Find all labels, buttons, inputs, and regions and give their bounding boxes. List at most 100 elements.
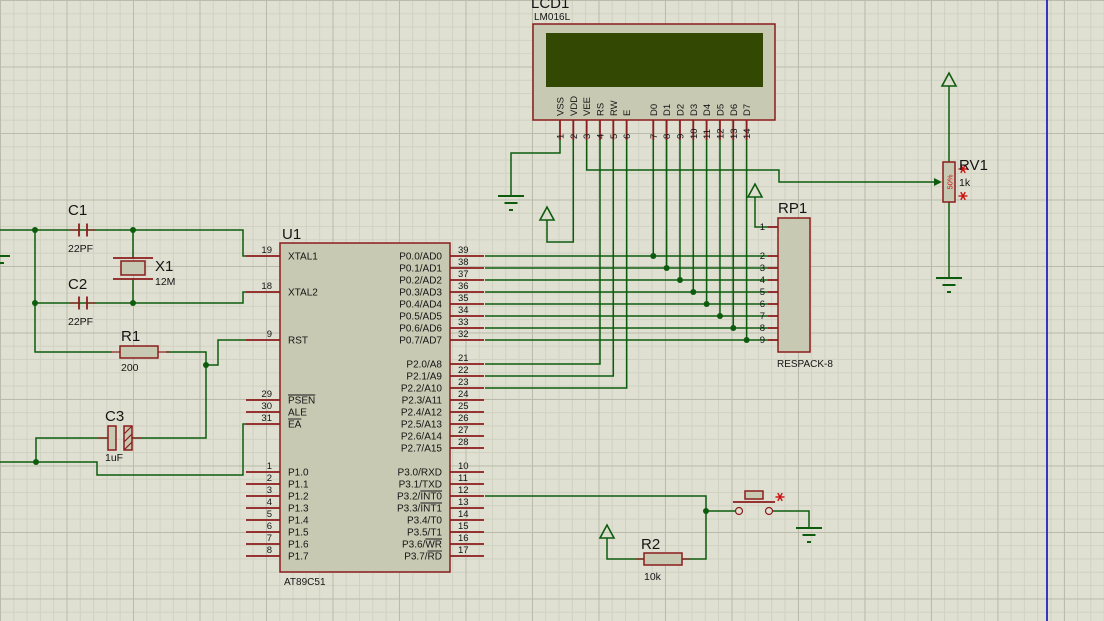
mcu-pin-name: P3.6/WR xyxy=(402,540,442,551)
wire-c1-xtal1[interactable] xyxy=(0,230,246,256)
schematic-canvas[interactable]: LCD1 LM016L U1 AT89C51 C1 22PF C2 22PF X… xyxy=(0,0,1104,621)
r2-body[interactable] xyxy=(644,553,682,565)
wire-button-gnd[interactable] xyxy=(772,511,809,528)
component-c2[interactable]: C2 22PF xyxy=(68,276,96,328)
wire-r1-c3[interactable] xyxy=(132,352,206,438)
wire-int0[interactable] xyxy=(485,496,706,511)
rv1-value: 1k xyxy=(959,177,971,189)
rp1-pin-number: 8 xyxy=(760,323,765,334)
mcu-pin-number: 34 xyxy=(458,305,469,316)
button-actuator[interactable] xyxy=(745,491,763,499)
junction-dot xyxy=(650,253,656,259)
lcd-pin-number: 12 xyxy=(715,128,726,139)
mcu-pin-name: EA xyxy=(288,420,302,431)
wire-e-p22[interactable] xyxy=(485,140,627,388)
mcu-pin-name: P3.3/INT1 xyxy=(397,504,442,515)
lcd-pin-name: D3 xyxy=(689,104,700,116)
power-arrow-rp1[interactable] xyxy=(748,184,762,197)
mcu-pin-number: 10 xyxy=(458,461,469,472)
mcu-pin-number: 7 xyxy=(267,533,272,544)
power-arrow-r2[interactable] xyxy=(600,525,614,538)
mcu-pin-name: P3.0/RXD xyxy=(398,468,442,479)
button-actuate-icon[interactable] xyxy=(776,493,785,501)
x1-value: 12M xyxy=(155,276,175,288)
mcu-pin-name: P3.7/RD xyxy=(404,552,442,563)
wire-c3-left[interactable] xyxy=(36,438,108,462)
wiper-arrowhead xyxy=(934,178,942,186)
mcu-ref: U1 xyxy=(282,226,301,243)
lcd-pin-name: RS xyxy=(595,103,606,116)
component-rp1[interactable]: RP1 RESPACK-8 xyxy=(777,200,833,370)
mcu-pin-name: P2.6/A14 xyxy=(401,432,443,443)
rp1-pin-number: 5 xyxy=(760,287,765,298)
mcu-pin-name: P3.4/T0 xyxy=(407,516,442,527)
lcd-pin-name: E xyxy=(622,110,633,116)
junction-dot xyxy=(704,301,710,307)
lcd-pin-name: VDD xyxy=(569,96,580,116)
rv1-adjust-down-icon[interactable] xyxy=(959,192,968,200)
r2-ref: R2 xyxy=(641,536,660,553)
junction-dot xyxy=(703,508,709,514)
mcu-pin-name: P1.6 xyxy=(288,540,309,551)
wire-r2-junction[interactable] xyxy=(682,511,706,559)
mcu-pin-name: RST xyxy=(288,336,308,347)
component-r1[interactable]: R1 200 xyxy=(112,328,170,374)
ground-symbol-pot[interactable] xyxy=(936,278,962,292)
mcu-pin-number: 17 xyxy=(458,545,469,556)
wire-r2-vcc[interactable] xyxy=(607,538,644,559)
wire-rs-p20[interactable] xyxy=(485,140,600,364)
junction-dot xyxy=(32,300,38,306)
component-lcd1[interactable]: LCD1 LM016L xyxy=(531,0,775,120)
rp1-pin-number: 4 xyxy=(760,275,765,286)
mcu-pin-name: P2.1/A9 xyxy=(406,372,442,383)
mcu-pin-name: P1.3 xyxy=(288,504,309,515)
c1-ref: C1 xyxy=(68,202,87,219)
component-c3[interactable]: C3 1uF xyxy=(98,408,142,464)
wire-lcd-vdd-vcc[interactable] xyxy=(547,140,573,242)
rp1-ref: RP1 xyxy=(778,200,807,217)
ground-symbol-button[interactable] xyxy=(796,528,822,542)
component-rv1[interactable]: 50% RV1 1k xyxy=(943,157,988,202)
rp1-pin-number: 3 xyxy=(760,263,765,274)
wire-ea[interactable] xyxy=(0,424,246,475)
mcu-pin-name: P3.5/T1 xyxy=(407,528,442,539)
ground-symbol-edge[interactable] xyxy=(0,256,10,270)
junction-dot xyxy=(130,227,136,233)
junction-dot xyxy=(744,337,750,343)
lcd-pin-name: VSS xyxy=(556,97,567,116)
mcu-pin-number: 21 xyxy=(458,353,469,364)
lcd-pin-number: 9 xyxy=(675,134,686,139)
mcu-pin-number: 24 xyxy=(458,389,469,400)
wire-c2-xtal2[interactable] xyxy=(35,292,246,303)
component-r2[interactable]: R2 10k xyxy=(636,536,690,583)
x1-body[interactable] xyxy=(121,261,145,275)
mcu-pin-name: P1.5 xyxy=(288,528,309,539)
power-arrow-vdd[interactable] xyxy=(540,207,554,220)
component-c1[interactable]: C1 22PF xyxy=(68,202,96,255)
mcu-pin-number: 26 xyxy=(458,413,469,424)
mcu-pin-name: P3.2/INT0 xyxy=(397,492,442,503)
ground-symbol-vss[interactable] xyxy=(498,196,524,210)
rp1-model: RESPACK-8 xyxy=(777,359,833,370)
x1-ref: X1 xyxy=(155,258,173,275)
lcd-pin-name: D5 xyxy=(715,104,726,116)
lcd-pin-name: D7 xyxy=(742,104,753,116)
lcd-pin-number: 3 xyxy=(582,134,593,139)
mcu-pin-number: 19 xyxy=(261,245,272,256)
lcd-screen xyxy=(546,33,763,87)
lcd-pin-name: VEE xyxy=(582,97,593,116)
power-arrow-rv1[interactable] xyxy=(942,73,956,86)
wire-lcd-vee-pot[interactable] xyxy=(587,140,937,182)
r1-body[interactable] xyxy=(120,346,158,358)
mcu-pin-number: 11 xyxy=(458,473,468,484)
mcu-pin-name: P2.4/A12 xyxy=(401,408,443,419)
mcu-pin-number: 1 xyxy=(267,461,272,472)
lcd-pin-number: 10 xyxy=(689,128,700,139)
wire-lcd-vss-gnd[interactable] xyxy=(511,140,560,196)
component-x1[interactable]: X1 12M xyxy=(113,258,175,288)
mcu-pin-number: 31 xyxy=(261,413,272,424)
c3-ref: C3 xyxy=(105,408,124,425)
rp1-body[interactable] xyxy=(778,218,810,352)
wire-rst-branch[interactable] xyxy=(206,340,246,365)
mcu-pin-number: 28 xyxy=(458,437,469,448)
